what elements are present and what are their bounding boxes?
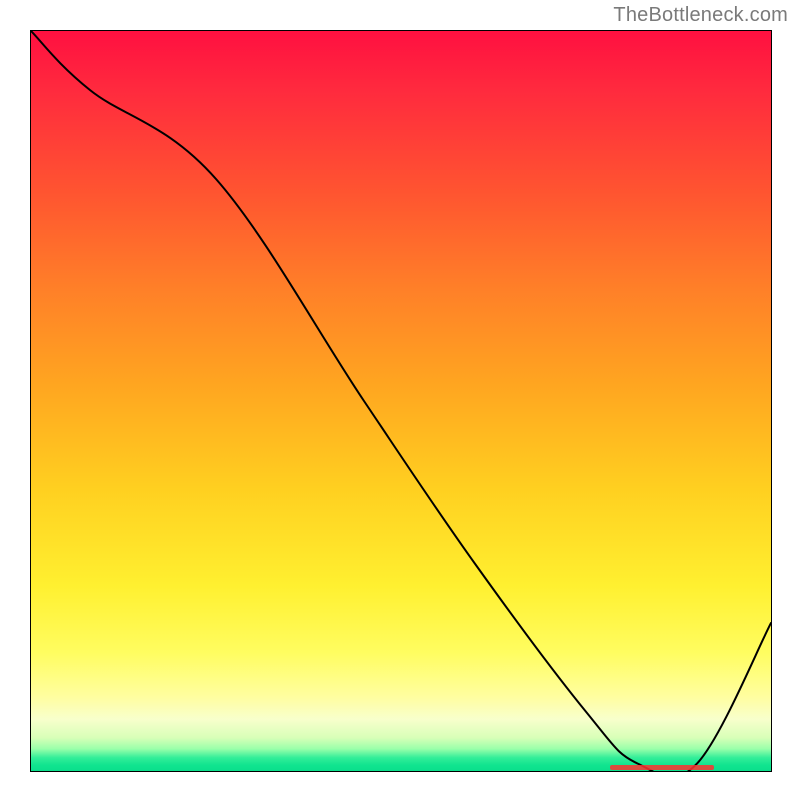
plot-area	[30, 30, 772, 772]
watermark-text: TheBottleneck.com	[613, 4, 788, 27]
bottleneck-curve-line	[31, 31, 771, 771]
chart-canvas: TheBottleneck.com	[0, 0, 800, 800]
curve-layer	[31, 31, 771, 771]
optimal-range-marker	[610, 765, 714, 770]
